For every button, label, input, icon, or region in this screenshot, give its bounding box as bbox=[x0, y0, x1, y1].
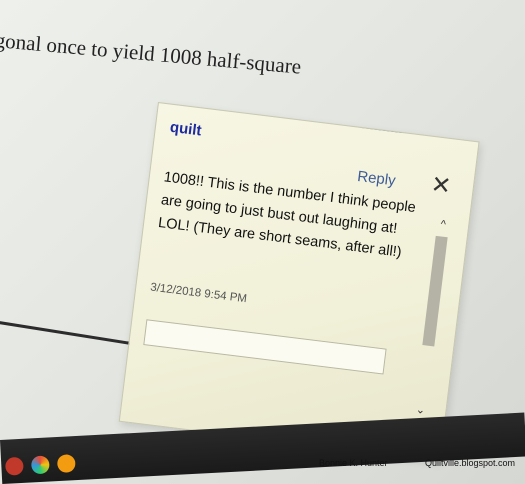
comment-timestamp: 3/12/2018 9:54 PM bbox=[149, 281, 248, 306]
comment-popup: quilt Reply ✕ 1008!! This is the number … bbox=[118, 102, 480, 462]
screen: gonal once to yield 1008 half-square qui… bbox=[0, 0, 525, 484]
footer-site: Quiltville.blogspot.com bbox=[425, 458, 516, 468]
scroll-up-icon[interactable]: ^ bbox=[433, 218, 453, 234]
close-icon[interactable]: ✕ bbox=[429, 171, 452, 200]
document-text-line: gonal once to yield 1008 half-square bbox=[0, 28, 303, 79]
footer-credit: Bonnie K. Hunter bbox=[319, 458, 388, 468]
taskbar-app-icon[interactable] bbox=[4, 456, 24, 476]
taskbar-app-icon[interactable] bbox=[30, 455, 50, 475]
reply-button[interactable]: Reply bbox=[356, 168, 396, 190]
taskbar-app-icon[interactable] bbox=[56, 454, 76, 474]
scroll-down-icon[interactable]: ⌄ bbox=[411, 402, 431, 418]
reply-input[interactable] bbox=[143, 319, 387, 375]
comment-author: quilt bbox=[168, 118, 203, 140]
scroll-thumb[interactable] bbox=[422, 235, 448, 347]
